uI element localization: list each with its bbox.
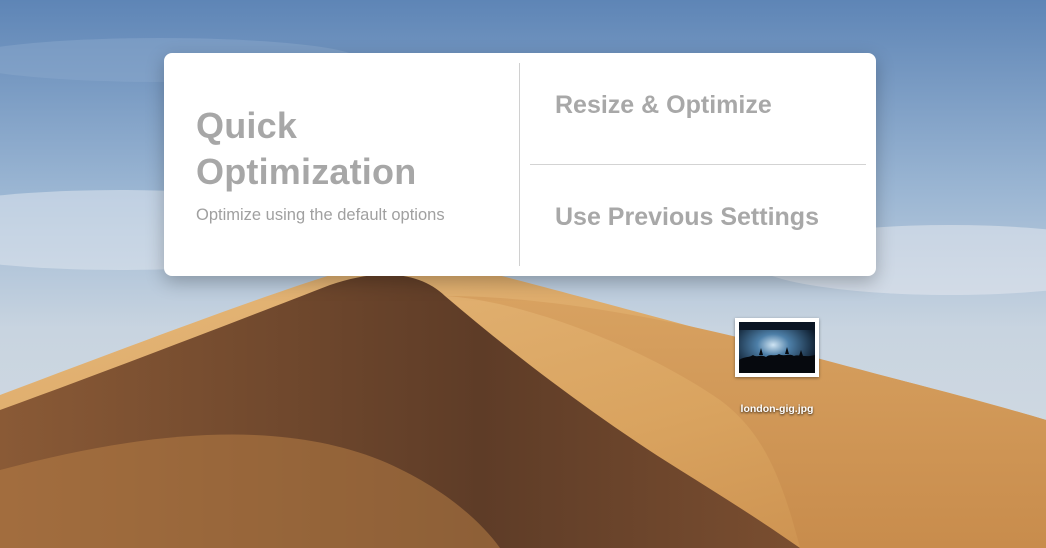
desktop-file-icon[interactable]: london-gig.jpg: [735, 318, 819, 418]
quick-optimization-title: Quick Optimization: [196, 105, 417, 192]
use-previous-settings-option[interactable]: Use Previous Settings: [520, 165, 876, 276]
quick-optimization-option[interactable]: Quick Optimization Optimize using the de…: [164, 53, 519, 276]
resize-optimize-label: Resize & Optimize: [555, 91, 772, 119]
use-previous-settings-label: Use Previous Settings: [555, 203, 819, 231]
desktop: Quick Optimization Optimize using the de…: [0, 0, 1046, 548]
image-thumbnail: [735, 318, 819, 377]
concert-photo-icon: [739, 322, 815, 373]
file-name-label: london-gig.jpg: [740, 403, 814, 415]
resize-optimize-option[interactable]: Resize & Optimize: [520, 53, 876, 164]
optimize-menu-panel: Quick Optimization Optimize using the de…: [164, 53, 876, 276]
quick-optimization-subtitle: Optimize using the default options: [196, 206, 445, 224]
